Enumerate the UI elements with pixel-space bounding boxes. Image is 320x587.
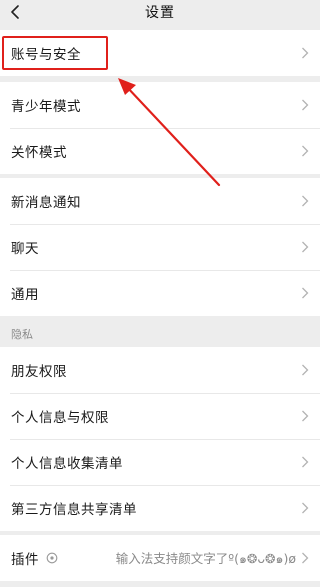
plugin-status-icon xyxy=(46,552,58,564)
settings-item-account-security[interactable]: 账号与安全 xyxy=(0,30,320,76)
settings-item-personal-info-permissions[interactable]: 个人信息与权限 xyxy=(0,393,320,439)
settings-item-personal-info-collection[interactable]: 个人信息收集清单 xyxy=(0,439,320,485)
settings-item-general[interactable]: 通用 xyxy=(0,270,320,316)
chevron-right-icon xyxy=(302,410,309,422)
settings-item-label: 插件 xyxy=(11,552,39,568)
privacy-group: 朋友权限 个人信息与权限 个人信息收集清单 第三方信息共享清单 xyxy=(0,347,320,531)
chevron-right-icon xyxy=(302,47,309,59)
chevron-right-icon xyxy=(302,145,309,157)
settings-item-chat[interactable]: 聊天 xyxy=(0,224,320,270)
plugins-group: 插件 输入法支持颜文字了º(๑❂ᴗ❂๑)ø xyxy=(0,535,320,581)
settings-item-label: 新消息通知 xyxy=(11,195,81,211)
chevron-right-icon xyxy=(302,552,309,564)
chevron-right-icon xyxy=(302,99,309,111)
modes-group: 青少年模式 关怀模式 xyxy=(0,82,320,174)
page-title: 设置 xyxy=(145,5,175,21)
plugin-value-text: 输入法支持颜文字了º(๑❂ᴗ❂๑)ø xyxy=(115,550,296,566)
account-group: 账号与安全 xyxy=(0,30,320,76)
chevron-right-icon xyxy=(302,502,309,514)
settings-item-label: 个人信息与权限 xyxy=(11,410,109,426)
settings-item-label: 第三方信息共享清单 xyxy=(11,502,137,518)
settings-page: 设置 账号与安全 青少年模式 关怀模式 新消息通知 聊天 通用 隐私 朋友权限 … xyxy=(0,0,320,587)
chevron-right-icon xyxy=(302,364,309,376)
settings-item-friend-permissions[interactable]: 朋友权限 xyxy=(0,347,320,393)
general-group: 新消息通知 聊天 通用 xyxy=(0,178,320,316)
settings-item-third-party-sharing[interactable]: 第三方信息共享清单 xyxy=(0,485,320,531)
settings-item-plugins[interactable]: 插件 输入法支持颜文字了º(๑❂ᴗ❂๑)ø xyxy=(0,535,320,581)
settings-item-label: 账号与安全 xyxy=(11,47,81,63)
settings-item-label: 关怀模式 xyxy=(11,145,67,161)
settings-item-label: 通用 xyxy=(11,287,39,303)
settings-item-label: 青少年模式 xyxy=(11,99,81,115)
chevron-right-icon xyxy=(302,287,309,299)
privacy-section-label: 隐私 xyxy=(11,328,33,341)
settings-item-label: 朋友权限 xyxy=(11,364,67,380)
settings-item-label: 个人信息收集清单 xyxy=(11,456,123,472)
nav-bar: 设置 xyxy=(0,0,320,28)
settings-item-teen-mode[interactable]: 青少年模式 xyxy=(0,82,320,128)
chevron-right-icon xyxy=(302,241,309,253)
chevron-right-icon xyxy=(302,456,309,468)
settings-item-label: 聊天 xyxy=(11,241,39,257)
settings-item-care-mode[interactable]: 关怀模式 xyxy=(0,128,320,174)
settings-item-notifications[interactable]: 新消息通知 xyxy=(0,178,320,224)
chevron-right-icon xyxy=(302,195,309,207)
